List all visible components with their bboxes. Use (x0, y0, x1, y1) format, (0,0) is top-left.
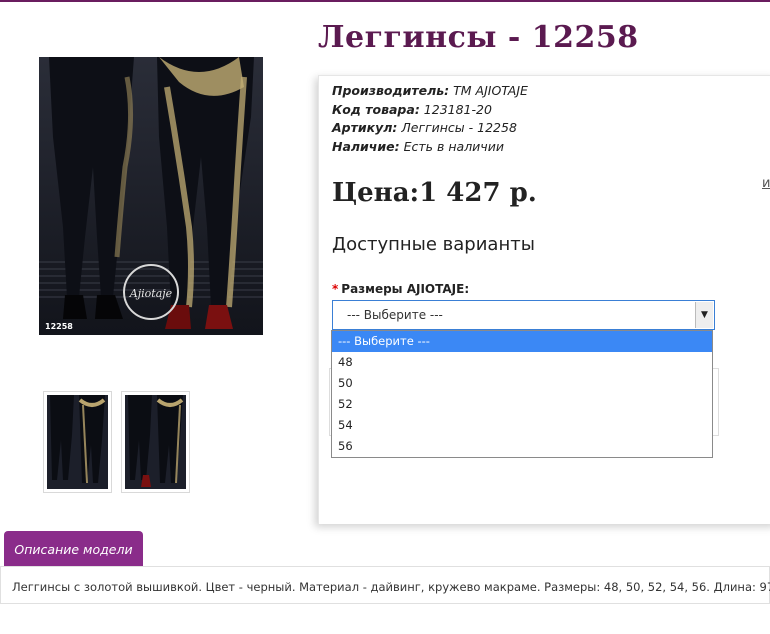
svg-text:Ajiotaje: Ajiotaje (129, 287, 173, 300)
size-option[interactable]: 52 (332, 394, 712, 415)
size-select[interactable]: --- Выберите --- ▼ (332, 300, 715, 330)
variants-heading: Доступные варианты (332, 234, 535, 255)
stock-label: Наличие: (332, 138, 400, 154)
stock-row: Наличие: Есть в наличии (332, 138, 528, 157)
required-mark: * (332, 282, 339, 296)
product-meta: Производитель: ТМ AJIOTAJE Код товара: 1… (332, 82, 528, 156)
manufacturer-label: Производитель: (332, 83, 450, 98)
product-thumbnail-1[interactable] (43, 391, 112, 493)
manufacturer-value[interactable]: ТМ AJIOTAJE (453, 83, 528, 98)
product-description: Леггинсы с золотой вышивкой. Цвет - черн… (0, 566, 770, 604)
side-link[interactable]: и (762, 176, 770, 191)
thumbnail-image (125, 395, 186, 489)
dropdown-arrow-icon[interactable]: ▼ (695, 302, 713, 328)
manufacturer-row: Производитель: ТМ AJIOTAJE (332, 82, 528, 101)
size-option[interactable]: 48 (332, 352, 712, 373)
product-code-row: Код товара: 123181-20 (332, 101, 528, 120)
thumbnail-image (47, 395, 108, 489)
product-code-label: Код товара: (332, 101, 420, 117)
size-dropdown-list[interactable]: --- Выберите --- 48 50 52 54 56 (331, 330, 713, 458)
stock-value: Есть в наличии (403, 138, 504, 154)
top-rule (0, 0, 770, 2)
product-main-image[interactable]: Ajiotaje 12258 (39, 57, 263, 335)
size-option[interactable]: 54 (332, 415, 712, 436)
leggings-photo: Ajiotaje 12258 (39, 57, 263, 335)
size-label-text: Размеры AJIOTAJE: (341, 282, 470, 296)
size-option[interactable]: --- Выберите --- (332, 331, 712, 352)
sku-row: Артикул: Леггинсы - 12258 (332, 119, 528, 138)
size-label: * Размеры AJIOTAJE: (332, 282, 469, 296)
product-price: Цена:1 427 р. (332, 178, 537, 208)
product-thumbnail-2[interactable] (121, 391, 190, 493)
size-option[interactable]: 56 (332, 436, 712, 457)
size-select-value: --- Выберите --- (347, 308, 443, 322)
tab-description[interactable]: Описание модели (4, 531, 143, 566)
size-option[interactable]: 50 (332, 373, 712, 394)
svg-text:12258: 12258 (45, 322, 73, 331)
product-code-value: 123181-20 (423, 101, 492, 117)
product-title: Леггинсы - 12258 (318, 20, 639, 55)
sku-value: Леггинсы - 12258 (401, 120, 517, 135)
sku-label: Артикул: (332, 120, 398, 135)
